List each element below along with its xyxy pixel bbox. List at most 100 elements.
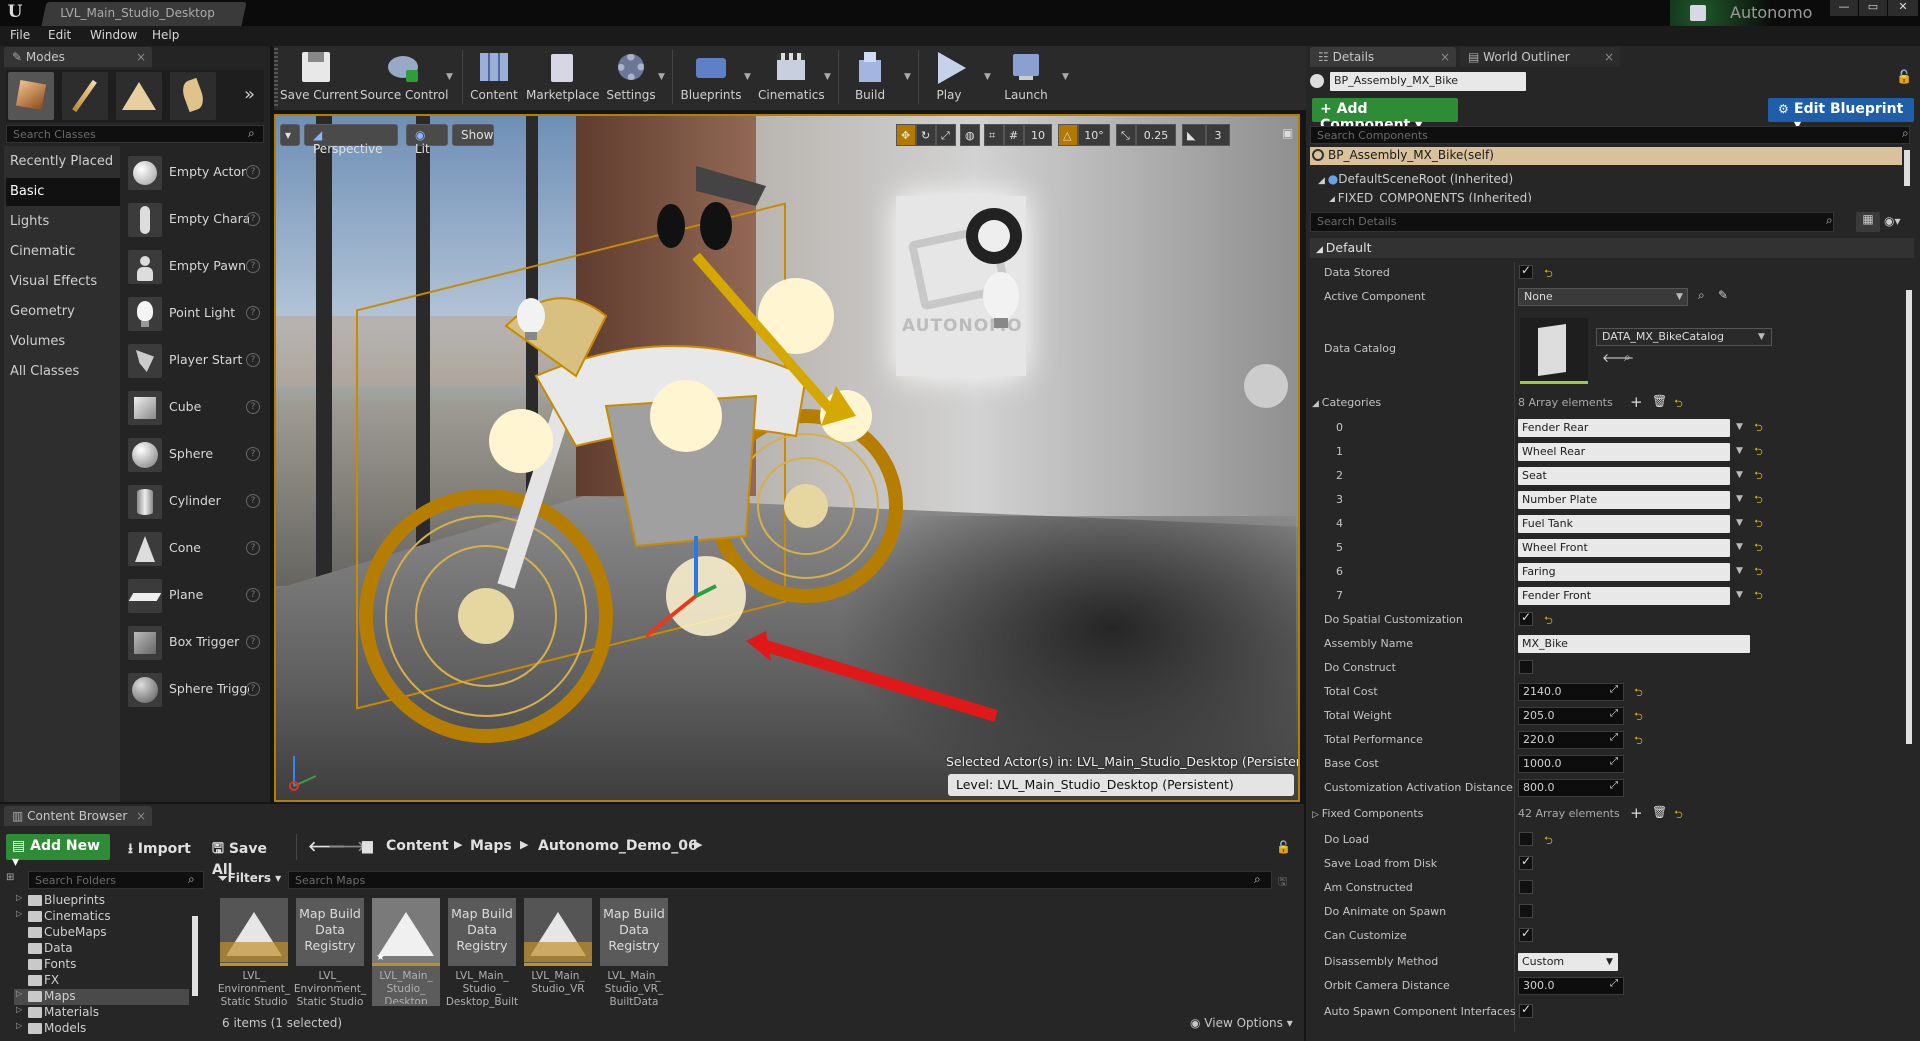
property-matrix-icon[interactable]: ▦ xyxy=(1856,212,1880,232)
rotate-mode-icon[interactable]: ↻ xyxy=(916,124,936,146)
category-value[interactable]: Wheel Front xyxy=(1518,539,1730,557)
camera-speed-icon[interactable]: ◣ xyxy=(1182,124,1206,146)
edit-blueprint-button[interactable]: Edit Blueprint ▾ xyxy=(1768,98,1914,133)
close-tab-icon[interactable]: × xyxy=(136,809,146,823)
resize-arrow-icon[interactable]: ⤢ xyxy=(1610,732,1618,743)
resize-arrow-icon[interactable]: ⤢ xyxy=(1610,780,1618,791)
level-viewport[interactable]: AUTONOMO ▾ ◢ Perspective ◉ Lit Show ✥ ↻ … xyxy=(274,114,1300,802)
chevron-down-icon[interactable]: ▼ xyxy=(1736,542,1743,552)
category-volumes[interactable]: Volumes xyxy=(6,328,120,356)
visibility-eye-icon[interactable]: ◉▾ xyxy=(1884,214,1901,228)
add-new-button[interactable]: ▤ Add New ▾ xyxy=(6,834,110,870)
camera-speed-value[interactable]: 3 xyxy=(1206,124,1230,146)
place-item-point-light[interactable]: Point Light? xyxy=(124,293,264,333)
help-icon[interactable]: ? xyxy=(246,212,260,226)
view-options-button[interactable]: ◉ View Options ▾ xyxy=(1190,1016,1293,1030)
chevron-down-icon[interactable]: ▼ xyxy=(1736,566,1743,576)
place-item-cone[interactable]: Cone? xyxy=(124,528,264,568)
search-maps-input[interactable]: Search Maps xyxy=(288,871,1272,889)
reset-arrow-icon[interactable]: ⮌ xyxy=(1544,612,1553,631)
total-weight-input[interactable]: 205.0 xyxy=(1518,707,1624,725)
folder-cinematics[interactable]: ▷ Cinematics xyxy=(14,909,189,925)
folder-materials[interactable]: ▷ Materials xyxy=(14,1005,189,1021)
close-tab-icon[interactable]: × xyxy=(1440,50,1450,64)
category-value[interactable]: Faring xyxy=(1518,563,1730,581)
asset-tile[interactable]: Map Build Data Registry LVL_Main_ Studio_… xyxy=(446,898,518,1008)
search-folders-input[interactable]: Search Folders xyxy=(28,871,204,889)
folder-tree-scrollbar[interactable] xyxy=(192,916,198,996)
category-visual-effects[interactable]: Visual Effects xyxy=(6,268,120,296)
surface-snap-icon[interactable]: ⌗ xyxy=(984,124,1004,146)
reset-arrow-icon[interactable]: ⮌ xyxy=(1634,684,1643,703)
rotation-snap-icon[interactable]: △ xyxy=(1058,124,1078,146)
category-all-classes[interactable]: All Classes xyxy=(6,358,120,386)
source-control-button[interactable]: Source Control xyxy=(360,48,448,108)
reset-arrow-icon[interactable]: ⮌ xyxy=(1754,419,1763,438)
category-cinematic[interactable]: Cinematic xyxy=(6,238,120,266)
browse-icon[interactable]: ⌕ xyxy=(1624,350,1631,365)
current-level-badge[interactable]: Level: LVL_Main_Studio_Desktop (Persiste… xyxy=(948,774,1294,796)
chevron-down-icon[interactable]: ▼ xyxy=(1736,470,1743,480)
perspective-button[interactable]: ◢ Perspective xyxy=(304,124,398,156)
category-lights[interactable]: Lights xyxy=(6,208,120,236)
settings-dropdown-icon[interactable]: ▼ xyxy=(658,72,665,82)
chevron-down-icon[interactable]: ▼ xyxy=(1736,590,1743,600)
delete-all-icon[interactable]: 🗑 xyxy=(1652,394,1667,408)
reset-arrow-icon[interactable]: ⮌ xyxy=(1754,443,1763,462)
reset-arrow-icon[interactable]: ⮌ xyxy=(1754,491,1763,510)
reset-arrow-icon[interactable]: ⮌ xyxy=(1754,467,1763,486)
place-item-cylinder[interactable]: Cylinder? xyxy=(124,481,264,521)
breadcrumb-maps[interactable]: Maps xyxy=(464,834,518,860)
blueprints-dropdown-icon[interactable]: ▼ xyxy=(744,72,751,82)
disassembly-method-dropdown[interactable]: Custom xyxy=(1518,953,1618,971)
reset-arrow-icon[interactable]: ⮌ xyxy=(1754,563,1763,582)
help-icon[interactable]: ? xyxy=(246,400,260,414)
modes-tab[interactable]: ✎ Modes × xyxy=(4,47,152,67)
asset-tile[interactable]: Map Build Data Registry LVL_ Environment_… xyxy=(294,898,366,1008)
category-value[interactable]: Seat xyxy=(1518,467,1730,485)
viewport-options-dropdown[interactable]: ▾ xyxy=(280,124,300,146)
maximize-button[interactable]: ▭ xyxy=(1859,0,1887,16)
folder-maps[interactable]: ▷ Maps xyxy=(14,989,189,1005)
translate-mode-icon[interactable]: ✥ xyxy=(896,124,916,146)
resize-arrow-icon[interactable]: ⤢ xyxy=(1610,708,1618,719)
help-icon[interactable]: ? xyxy=(246,494,260,508)
reset-arrow-icon[interactable]: ⮌ xyxy=(1674,806,1683,825)
place-item-box-trigger[interactable]: Box Trigger? xyxy=(124,622,264,662)
component-self[interactable]: BP_Assembly_MX_Bike(self) xyxy=(1310,147,1902,165)
world-outliner-tab[interactable]: ▤ World Outliner × xyxy=(1460,47,1620,67)
help-icon[interactable]: ? xyxy=(246,165,260,179)
customization-distance-input[interactable]: 800.0 xyxy=(1518,779,1624,797)
content-browser-tab[interactable]: ▥ Content Browser × xyxy=(4,806,152,826)
picker-icon[interactable]: ✎ xyxy=(1718,288,1728,302)
menu-window[interactable]: Window xyxy=(90,28,137,42)
do-spatial-checkbox[interactable] xyxy=(1519,610,1533,626)
am-constructed-checkbox[interactable] xyxy=(1519,880,1533,894)
category-value[interactable]: Number Plate xyxy=(1518,491,1730,509)
total-performance-input[interactable]: 220.0 xyxy=(1518,731,1624,749)
category-value[interactable]: Fender Rear xyxy=(1518,419,1730,437)
category-value[interactable]: Wheel Rear xyxy=(1518,443,1730,461)
resize-arrow-icon[interactable]: ⤢ xyxy=(1610,684,1618,695)
help-icon[interactable]: ? xyxy=(246,447,260,461)
scale-snap-value[interactable]: 0.25 xyxy=(1136,124,1176,146)
data-catalog-dropdown[interactable]: DATA_MX_BikeCatalog xyxy=(1596,328,1772,346)
place-mode-button[interactable] xyxy=(8,72,54,120)
resize-arrow-icon[interactable]: ⤢ xyxy=(1610,978,1618,989)
reset-arrow-icon[interactable]: ⮌ xyxy=(1544,265,1553,284)
lock-icon[interactable]: 🔓 xyxy=(1276,840,1291,854)
asset-tile[interactable]: Map Build Data Registry LVL_Main_ Studio_… xyxy=(600,898,668,1008)
launch-dropdown-icon[interactable]: ▼ xyxy=(1062,72,1069,82)
do-animate-checkbox[interactable] xyxy=(1519,904,1533,918)
back-arrow-icon[interactable]: 🡐 xyxy=(302,834,346,860)
help-icon[interactable]: ? xyxy=(246,635,260,649)
components-scrollbar[interactable] xyxy=(1904,150,1910,186)
resize-arrow-icon[interactable]: ⤢ xyxy=(1610,756,1618,767)
place-item-player-start[interactable]: Player Start? xyxy=(124,340,264,380)
data-stored-checkbox[interactable] xyxy=(1519,263,1533,279)
component-fixed-components[interactable]: ◢ FIXED_COMPONENTS (Inherited) xyxy=(1310,191,1532,202)
save-current-button[interactable]: Save Current xyxy=(280,48,358,108)
launch-button[interactable]: Launch xyxy=(998,48,1054,108)
orbit-distance-input[interactable]: 300.0 xyxy=(1518,977,1624,995)
paint-mode-button[interactable] xyxy=(62,72,108,120)
